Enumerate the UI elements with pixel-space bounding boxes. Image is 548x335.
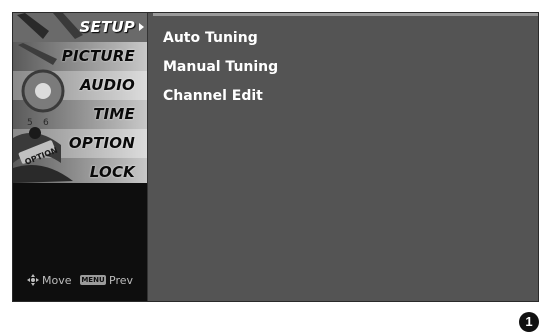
menu-footer: Move MENU Prev: [13, 271, 147, 291]
submenu-item-channel-edit[interactable]: Channel Edit: [163, 84, 278, 113]
menu-item-setup[interactable]: SETUP: [13, 13, 147, 42]
submenu-item-auto-tuning[interactable]: Auto Tuning: [163, 26, 278, 55]
submenu-item-manual-tuning[interactable]: Manual Tuning: [163, 55, 278, 84]
menu-item-label: SETUP: [79, 18, 135, 36]
menu-item-label: AUDIO: [80, 76, 135, 94]
menu-item-label: LOCK: [89, 163, 135, 181]
prev-hint-label: Prev: [109, 274, 133, 287]
menu-item-option[interactable]: OPTION: [13, 129, 147, 158]
menu-item-label: PICTURE: [61, 47, 135, 65]
move-hint-label: Move: [42, 274, 72, 287]
top-strip: [153, 13, 538, 16]
main-menu-list: SETUP PICTURE AUDIO TIME OPTION LOCK: [13, 13, 147, 187]
menu-item-label: TIME: [93, 105, 135, 123]
menu-item-lock[interactable]: LOCK: [13, 158, 147, 187]
menu-item-time[interactable]: TIME: [13, 100, 147, 129]
tv-menu-screen: 5 6 OPTION SETUP PICTURE AUDIO TIME OPTI…: [12, 12, 539, 302]
selected-arrow-icon: [139, 23, 144, 31]
menu-item-picture[interactable]: PICTURE: [13, 42, 147, 71]
dpad-icon: [27, 274, 39, 286]
menu-item-audio[interactable]: AUDIO: [13, 71, 147, 100]
menu-item-label: OPTION: [68, 134, 135, 152]
main-menu-sidebar: 5 6 OPTION SETUP PICTURE AUDIO TIME OPTI…: [13, 13, 148, 301]
step-number-badge: 1: [519, 312, 539, 332]
setup-submenu: Auto Tuning Manual Tuning Channel Edit: [163, 26, 278, 113]
menu-key-icon: MENU: [80, 275, 106, 285]
